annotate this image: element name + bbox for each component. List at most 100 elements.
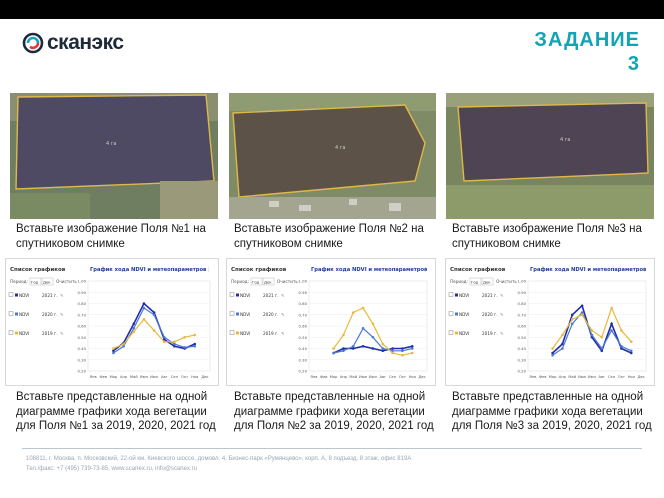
y-tick-label: 0.70: [78, 312, 87, 317]
satellite-image-field-1: 4 га: [10, 93, 218, 219]
series-name: NDVI: [240, 312, 250, 317]
series-color-swatch: [15, 331, 18, 335]
period-option: Год: [31, 280, 39, 285]
series-point: [173, 340, 176, 344]
x-tick-label: Фев: [100, 375, 107, 379]
x-tick-label: Окт: [181, 375, 188, 379]
period-label: Период:: [10, 279, 28, 284]
footer-phone: Тел./факс: +7 (495) 739-73-85, www.scane…: [26, 466, 197, 472]
x-tick-label: Янв: [310, 375, 317, 379]
chart-caption-2: Вставьте представленные на одной диаграм…: [234, 391, 434, 432]
series-color-swatch: [455, 312, 458, 316]
y-tick-label: 0.50: [299, 335, 308, 340]
series-point: [342, 349, 345, 353]
series-point: [371, 335, 375, 339]
y-tick-label: 0.90: [299, 290, 308, 295]
y-tick-label: 1.00: [78, 279, 87, 284]
ndvi-chart-widget-1: Список графиков Период: Год Дек Очистить NDVI…: [5, 258, 219, 386]
series-point: [351, 311, 355, 314]
y-tick-label: 0.40: [299, 346, 308, 351]
series-point: [112, 351, 115, 355]
edit-icon: ✎: [281, 331, 285, 336]
y-tick-label: 0.90: [518, 290, 527, 295]
series-point: [561, 347, 564, 350]
series-year: 2020 г.: [42, 312, 58, 317]
chart-title: График хода NDVI и метеопараметров: [311, 266, 428, 273]
period-option: Дек: [483, 280, 491, 285]
edit-icon: ✎: [60, 312, 64, 317]
x-tick-label: Ноя: [191, 375, 198, 379]
series-point: [183, 335, 186, 339]
y-tick-label: 0.80: [299, 301, 308, 306]
x-tick-label: Сен: [608, 375, 616, 379]
series-point: [142, 317, 146, 321]
ndvi-chart-svg: Список графиков Период: Год Дек Очистить NDVI…: [8, 266, 211, 379]
x-tick-label: Дек: [201, 375, 209, 379]
series-name: NDVI: [459, 331, 469, 336]
series-checkbox: [229, 330, 235, 335]
x-tick-label: Июн: [140, 375, 149, 379]
clear-link: Очистить: [496, 279, 517, 284]
x-tick-label: Авг: [599, 375, 606, 379]
x-tick-label: Апр: [340, 375, 348, 379]
series-point: [410, 344, 414, 348]
y-tick-label: 0.30: [299, 357, 308, 362]
edit-icon: ✎: [500, 331, 504, 336]
y-tick-label: 0.70: [518, 312, 527, 317]
series-point: [381, 349, 385, 353]
footer-divider: [22, 448, 642, 449]
x-tick-label: Авг: [380, 375, 387, 379]
series-year: 2021 г.: [482, 293, 498, 298]
chart-title: График хода NDVI и метеопараметров: [530, 266, 647, 273]
series-point: [551, 353, 554, 357]
x-tick-label: Май: [130, 375, 138, 379]
series-name: NDVI: [240, 293, 250, 298]
y-tick-label: 0.70: [299, 312, 308, 317]
footer-address: 108811, г. Москва, п. Московский, 22-ой …: [26, 456, 412, 462]
x-tick-label: Апр: [120, 375, 128, 379]
x-tick-label: Ноя: [628, 375, 635, 379]
x-tick-label: Янв: [529, 375, 536, 379]
series-point: [371, 322, 375, 326]
series-point: [342, 333, 345, 337]
series-point: [152, 329, 156, 332]
x-tick-label: Мар: [110, 375, 118, 379]
series-point: [600, 349, 604, 353]
x-tick-label: Июл: [588, 375, 596, 379]
ndvi-chart-svg: Список графиков Период: Год Дек Очистить NDVI…: [229, 266, 428, 379]
x-tick-label: Июн: [359, 375, 368, 379]
x-tick-label: Сен: [389, 375, 397, 379]
chart-title: График хода NDVI и метеопараметров: [90, 266, 207, 273]
series-year: 2019 г.: [482, 331, 498, 336]
svg-text:4 га: 4 га: [106, 141, 116, 147]
x-tick-label: Июн: [578, 375, 587, 379]
series-point: [629, 349, 633, 353]
footer-contacts: 108811, г. Москва, п. Московский, 22-ой …: [26, 454, 636, 474]
series-color-swatch: [455, 331, 458, 335]
x-tick-label: Дек: [418, 375, 426, 379]
series-point: [391, 351, 394, 355]
period-option: Дек: [264, 280, 272, 285]
series-point: [610, 329, 613, 332]
scanex-logo-icon: [22, 32, 44, 54]
series-point: [193, 333, 197, 337]
x-tick-label: Окт: [618, 375, 625, 379]
series-point: [600, 347, 604, 350]
series-point: [361, 326, 365, 330]
series-color-swatch: [236, 293, 239, 297]
series-point: [629, 351, 633, 355]
x-tick-label: Ноя: [409, 375, 416, 379]
series-point: [561, 333, 564, 337]
series-point: [629, 340, 633, 344]
series-point: [132, 322, 136, 326]
satellite-image-field-3: 4 га: [446, 93, 654, 219]
series-checkbox: [8, 292, 14, 297]
series-name: NDVI: [19, 293, 29, 298]
x-tick-label: Мар: [549, 375, 557, 379]
series-point: [570, 317, 574, 321]
y-tick-label: 0.60: [78, 324, 87, 329]
x-tick-label: Май: [349, 375, 357, 379]
y-tick-label: 1.00: [518, 279, 527, 284]
period-label: Период:: [450, 279, 468, 284]
series-point: [570, 313, 574, 317]
